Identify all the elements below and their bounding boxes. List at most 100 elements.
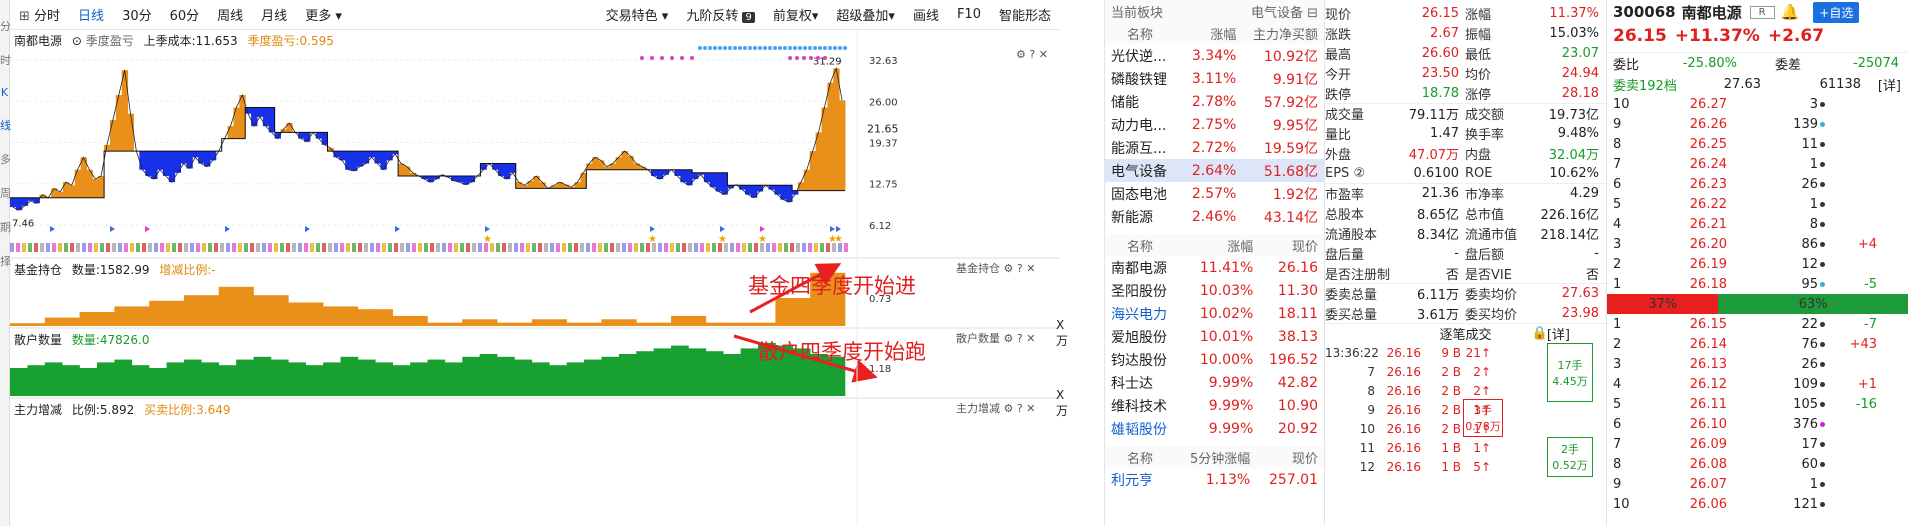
- stock-columns: 名称 涨幅 现价: [1105, 234, 1324, 256]
- ask-row[interactable]: 8 26.25 11: [1607, 134, 1908, 154]
- f10-button[interactable]: F10: [948, 7, 990, 22]
- add-watchlist-button[interactable]: +自选: [1813, 1, 1860, 23]
- settings-icon[interactable]: ⚙: [1016, 48, 1026, 61]
- column-header[interactable]: 涨幅: [1181, 22, 1237, 44]
- sector-row[interactable]: 磷酸铁锂 3.11% 9.91亿: [1105, 67, 1324, 90]
- stock-row[interactable]: 南都电源 11.41% 26.16: [1105, 256, 1324, 279]
- settings-icon[interactable]: ⚙: [1004, 332, 1014, 345]
- sector-row[interactable]: 动力电... 2.75% 9.95亿: [1105, 113, 1324, 136]
- bid-row[interactable]: 4 26.12 109 +1: [1607, 374, 1908, 394]
- sector-row[interactable]: 能源互... 2.72% 19.59亿: [1105, 136, 1324, 159]
- close-icon[interactable]: ✕: [1026, 402, 1035, 415]
- column-header[interactable]: 名称: [1105, 234, 1185, 256]
- column-header[interactable]: 名称: [1105, 446, 1170, 468]
- bid-row[interactable]: 7 26.09 17: [1607, 434, 1908, 454]
- current-sector-value[interactable]: 电气设备 ⊟: [1181, 0, 1324, 22]
- column-header[interactable]: 名称: [1105, 22, 1182, 44]
- bid-row[interactable]: 5 26.11 105 -16: [1607, 394, 1908, 414]
- sector-row[interactable]: 光伏逆... 3.34% 10.92亿: [1105, 44, 1324, 67]
- sector-row[interactable]: 新能源 2.46% 43.14亿: [1105, 205, 1324, 228]
- stock-row[interactable]: 圣阳股份 10.03% 11.30: [1105, 279, 1324, 302]
- adjust-menu[interactable]: 前复权▾: [764, 5, 828, 24]
- bid-row[interactable]: 9 26.07 1: [1607, 474, 1908, 494]
- tab-monthly[interactable]: 月线: [252, 5, 296, 24]
- sector-row[interactable]: 固态电池 2.57% 1.92亿: [1105, 182, 1324, 205]
- sector-row[interactable]: 电气设备 2.64% 51.68亿: [1105, 159, 1324, 182]
- nine-reversal-menu[interactable]: 九阶反转 9: [677, 5, 764, 24]
- help-icon[interactable]: ?: [1017, 402, 1023, 415]
- event-marker: [844, 243, 848, 252]
- ask-row[interactable]: 9 26.26 139: [1607, 114, 1908, 134]
- retail-bar: [723, 354, 741, 396]
- help-icon[interactable]: ?: [1017, 332, 1023, 345]
- stock-row[interactable]: 爱旭股份 10.01% 38.13: [1105, 325, 1324, 348]
- stock-row[interactable]: 雄韬股份 9.99% 20.92: [1105, 417, 1324, 440]
- bid-row[interactable]: 2 26.14 76 +43: [1607, 334, 1908, 354]
- bid-row[interactable]: 1 26.15 22 -7: [1607, 314, 1908, 334]
- settings-icon[interactable]: ⚙: [1004, 262, 1014, 275]
- draw-line-button[interactable]: 画线: [904, 5, 948, 24]
- trade-feature-menu[interactable]: 交易特色 ▾: [597, 5, 678, 24]
- stock-row[interactable]: 海兴电力 10.02% 18.11: [1105, 302, 1324, 325]
- tab-60min[interactable]: 60分: [161, 5, 209, 24]
- star-icon: ★: [483, 234, 492, 245]
- bell-icon[interactable]: 🔔: [1781, 3, 1800, 21]
- help-icon[interactable]: ?: [1017, 262, 1023, 275]
- left-side-tab[interactable]: 分 时 K 线 多 周 期 择: [0, 0, 11, 526]
- stock-row-name: 雄韬股份: [1111, 421, 1167, 438]
- column-header[interactable]: 现价: [1250, 446, 1324, 468]
- quote-key: 市净率: [1465, 188, 1505, 203]
- collapse-icon[interactable]: ⊟: [1307, 6, 1318, 21]
- tab-intraday[interactable]: ⊞ 分时: [10, 5, 69, 24]
- book-detail-link[interactable]: [详]: [1861, 75, 1901, 94]
- book-price-row: 26.15 +11.37% +2.67: [1607, 24, 1908, 48]
- column-header[interactable]: 涨幅: [1184, 234, 1254, 256]
- indicator-dropdown-icon[interactable]: ⊙: [72, 34, 82, 48]
- retail-bar: [531, 362, 550, 396]
- bid-row[interactable]: 8 26.08 60: [1607, 454, 1908, 474]
- close-icon[interactable]: ✕: [1026, 332, 1035, 345]
- bid-row[interactable]: 10 26.06 121: [1607, 494, 1908, 514]
- chart-area[interactable]: 32.63 26.00 19.37 12.75 6.12 21.65 31.29 7.46 ★ ★…: [10, 30, 1068, 526]
- quote-value: 23.50: [1421, 65, 1459, 81]
- tick-price: 26.16: [1386, 383, 1421, 398]
- stock-row-name: 钧达股份: [1111, 352, 1167, 369]
- signal-dot: [748, 46, 752, 50]
- bid-row[interactable]: 3 26.13 26: [1607, 354, 1908, 374]
- close-icon[interactable]: ✕: [1039, 48, 1048, 61]
- tab-30min[interactable]: 30分: [113, 5, 161, 24]
- column-header[interactable]: 现价: [1253, 234, 1324, 256]
- bid-list: 1 26.15 22 -7 2 26.14 76 +43 3 26.13 26 4 26.12 109 +1…: [1607, 314, 1908, 514]
- settings-icon[interactable]: ⚙: [1004, 402, 1014, 415]
- ask-row[interactable]: 6 26.23 26: [1607, 174, 1908, 194]
- ask-row[interactable]: 3 26.20 86 +4: [1607, 234, 1908, 254]
- stock-row[interactable]: 钧达股份 10.00% 196.52: [1105, 348, 1324, 371]
- tick-summary-lots: 2手: [1561, 443, 1579, 456]
- column-header[interactable]: 5分钟涨幅: [1169, 446, 1251, 468]
- bid-row[interactable]: 6 26.10 376: [1607, 414, 1908, 434]
- event-marker: [562, 243, 566, 252]
- close-icon[interactable]: ✕: [1026, 262, 1035, 275]
- ask-row[interactable]: 2 26.19 12: [1607, 254, 1908, 274]
- ask-row[interactable]: 5 26.22 1: [1607, 194, 1908, 214]
- tab-weekly[interactable]: 周线: [208, 5, 252, 24]
- stock-row[interactable]: 维科技术 9.99% 10.90: [1105, 394, 1324, 417]
- indicator-name[interactable]: 季度盈亏: [86, 34, 134, 48]
- ask-row[interactable]: 4 26.21 8: [1607, 214, 1908, 234]
- tick-detail-link[interactable]: [详]: [1547, 324, 1570, 343]
- event-marker: [448, 243, 452, 252]
- ask-row[interactable]: 7 26.24 1: [1607, 154, 1908, 174]
- stock-row[interactable]: 科士达 9.99% 42.82: [1105, 371, 1324, 394]
- ask-row[interactable]: 1 26.18 95 -5: [1607, 274, 1908, 294]
- sector-row[interactable]: 储能 2.78% 57.92亿: [1105, 90, 1324, 113]
- help-icon[interactable]: ?: [1029, 48, 1035, 61]
- five-min-row[interactable]: 利元亨 1.13% 257.01: [1105, 468, 1324, 491]
- overlay-menu[interactable]: 超级叠加▾: [827, 5, 904, 24]
- smart-pattern-button[interactable]: 智能形态: [990, 5, 1060, 24]
- book-volume: 12: [1727, 257, 1825, 272]
- five-min-table: 名称 5分钟涨幅 现价 利元亨 1.13% 257.01: [1105, 446, 1324, 491]
- column-header[interactable]: 主力净买额: [1236, 22, 1324, 44]
- ask-row[interactable]: 10 26.27 3: [1607, 94, 1908, 114]
- tab-more[interactable]: 更多 ▾: [296, 5, 351, 24]
- tab-daily[interactable]: 日线: [69, 5, 113, 24]
